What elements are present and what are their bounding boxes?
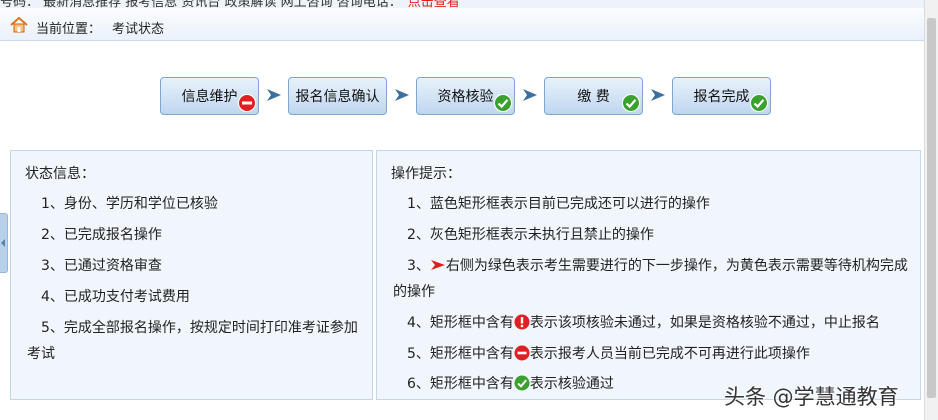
top-nav-red-link[interactable]: 点击查看 [408, 0, 460, 8]
check-circle-icon [622, 94, 640, 112]
step-label: 资格核验 [437, 89, 494, 105]
hint-item: 2、灰色矩形框表示未执行且禁止的操作 [407, 227, 654, 243]
breadcrumb-current: 考试状态 [112, 22, 165, 37]
exclamation-circle-icon [514, 314, 530, 330]
hint-prefix: 4、矩形框中含有 [407, 315, 514, 331]
step-label: 报名信息确认 [295, 89, 380, 105]
top-nav-strip: 号码： 最新消息推荐 报考信息 资讯台 政策解读 网上咨询 咨询电话： 点击查看 [0, 0, 938, 8]
top-nav-cut-text: 号码： 最新消息推荐 报考信息 资讯台 政策解读 网上咨询 咨询电话： [0, 0, 402, 8]
breadcrumb: 当前位置： 考试状态 [0, 8, 924, 41]
check-circle-icon [514, 375, 530, 391]
step-registration-confirm[interactable]: 报名信息确认 [288, 77, 387, 115]
hint-item: 3、 右侧为绿色表示考生需要进行的下一步操作，为黄色表示需要等待机构完成 [407, 255, 908, 275]
status-item: 1、身份、学历和学位已核验 [41, 196, 218, 212]
step-qualification-check[interactable]: 资格核验 [416, 77, 515, 115]
hint-text: 表示该项核验未通过，如果是资格核验不通过，中止报名 [529, 315, 880, 331]
check-circle-icon [750, 94, 768, 112]
status-item: 5、完成全部报名操作，按规定时间打印准考证参加 [41, 320, 358, 336]
operation-hints-panel: 操作提示： 1、蓝色矩形框表示目前已完成还可以进行的操作 2、灰色矩形框表示未执… [376, 150, 921, 400]
vertical-scrollbar[interactable] [924, 0, 938, 420]
step-info-maintain[interactable]: 信息维护 [160, 77, 259, 115]
step-payment[interactable]: 缴 费 [544, 77, 643, 115]
arrow-right-icon [267, 89, 281, 101]
status-item: 3、已通过资格审查 [41, 258, 162, 274]
breadcrumb-label: 当前位置： [36, 22, 102, 37]
arrow-right-icon [523, 89, 537, 101]
scrollbar-thumb[interactable] [927, 18, 936, 398]
hint-item: 5、矩形框中含有 表示报考人员当前已完成不可再进行此项操作 [407, 343, 810, 363]
hint-item: 6、矩形框中含有 表示核验通过 [407, 373, 614, 393]
hint-text: 表示核验通过 [529, 376, 614, 392]
top-nav-text: 号码： 最新消息推荐 报考信息 资讯台 政策解读 网上咨询 咨询电话： 点击查看 [0, 0, 460, 8]
arrow-right-icon [395, 89, 409, 101]
red-arrow-icon [430, 260, 445, 270]
status-info-panel: 状态信息： 1、身份、学历和学位已核验 2、已完成报名操作 3、已通过资格审查 … [10, 150, 373, 400]
step-label: 信息维护 [181, 89, 238, 105]
hint-prefix: 6、矩形框中含有 [407, 376, 514, 392]
hint-prefix: 5、矩形框中含有 [407, 346, 514, 362]
minus-circle-icon [238, 94, 256, 112]
status-panel-title: 状态信息： [25, 166, 95, 182]
hint-item-continued: 的操作 [393, 284, 435, 300]
hint-text: 右侧为绿色表示考生需要进行的下一步操作，为黄色表示需要等待机构完成 [445, 258, 908, 274]
sidebar-collapse-handle[interactable] [0, 213, 8, 273]
step-label: 报名完成 [693, 89, 750, 105]
hint-item: 4、矩形框中含有 表示该项核验未通过，如果是资格核验不通过，中止报名 [407, 312, 880, 332]
step-label: 缴 费 [577, 89, 610, 105]
arrow-right-icon [651, 89, 665, 101]
check-circle-icon [494, 94, 512, 112]
status-item-continued: 考试 [27, 346, 55, 362]
status-item: 4、已成功支付考试费用 [41, 289, 190, 305]
hint-number: 3、 [407, 258, 430, 274]
hint-item: 1、蓝色矩形框表示目前已完成还可以进行的操作 [407, 196, 710, 212]
hints-panel-title: 操作提示： [391, 166, 461, 182]
step-registration-complete[interactable]: 报名完成 [672, 77, 771, 115]
hint-text: 表示报考人员当前已完成不可再进行此项操作 [529, 346, 810, 362]
watermark: 头条 @学慧通教育 [724, 385, 899, 409]
status-item: 2、已完成报名操作 [41, 227, 162, 243]
minus-circle-icon [514, 345, 530, 361]
home-icon[interactable] [10, 17, 28, 33]
process-steps: 信息维护 报名信息确认 资格核验 缴 费 报名完成 [0, 77, 924, 117]
